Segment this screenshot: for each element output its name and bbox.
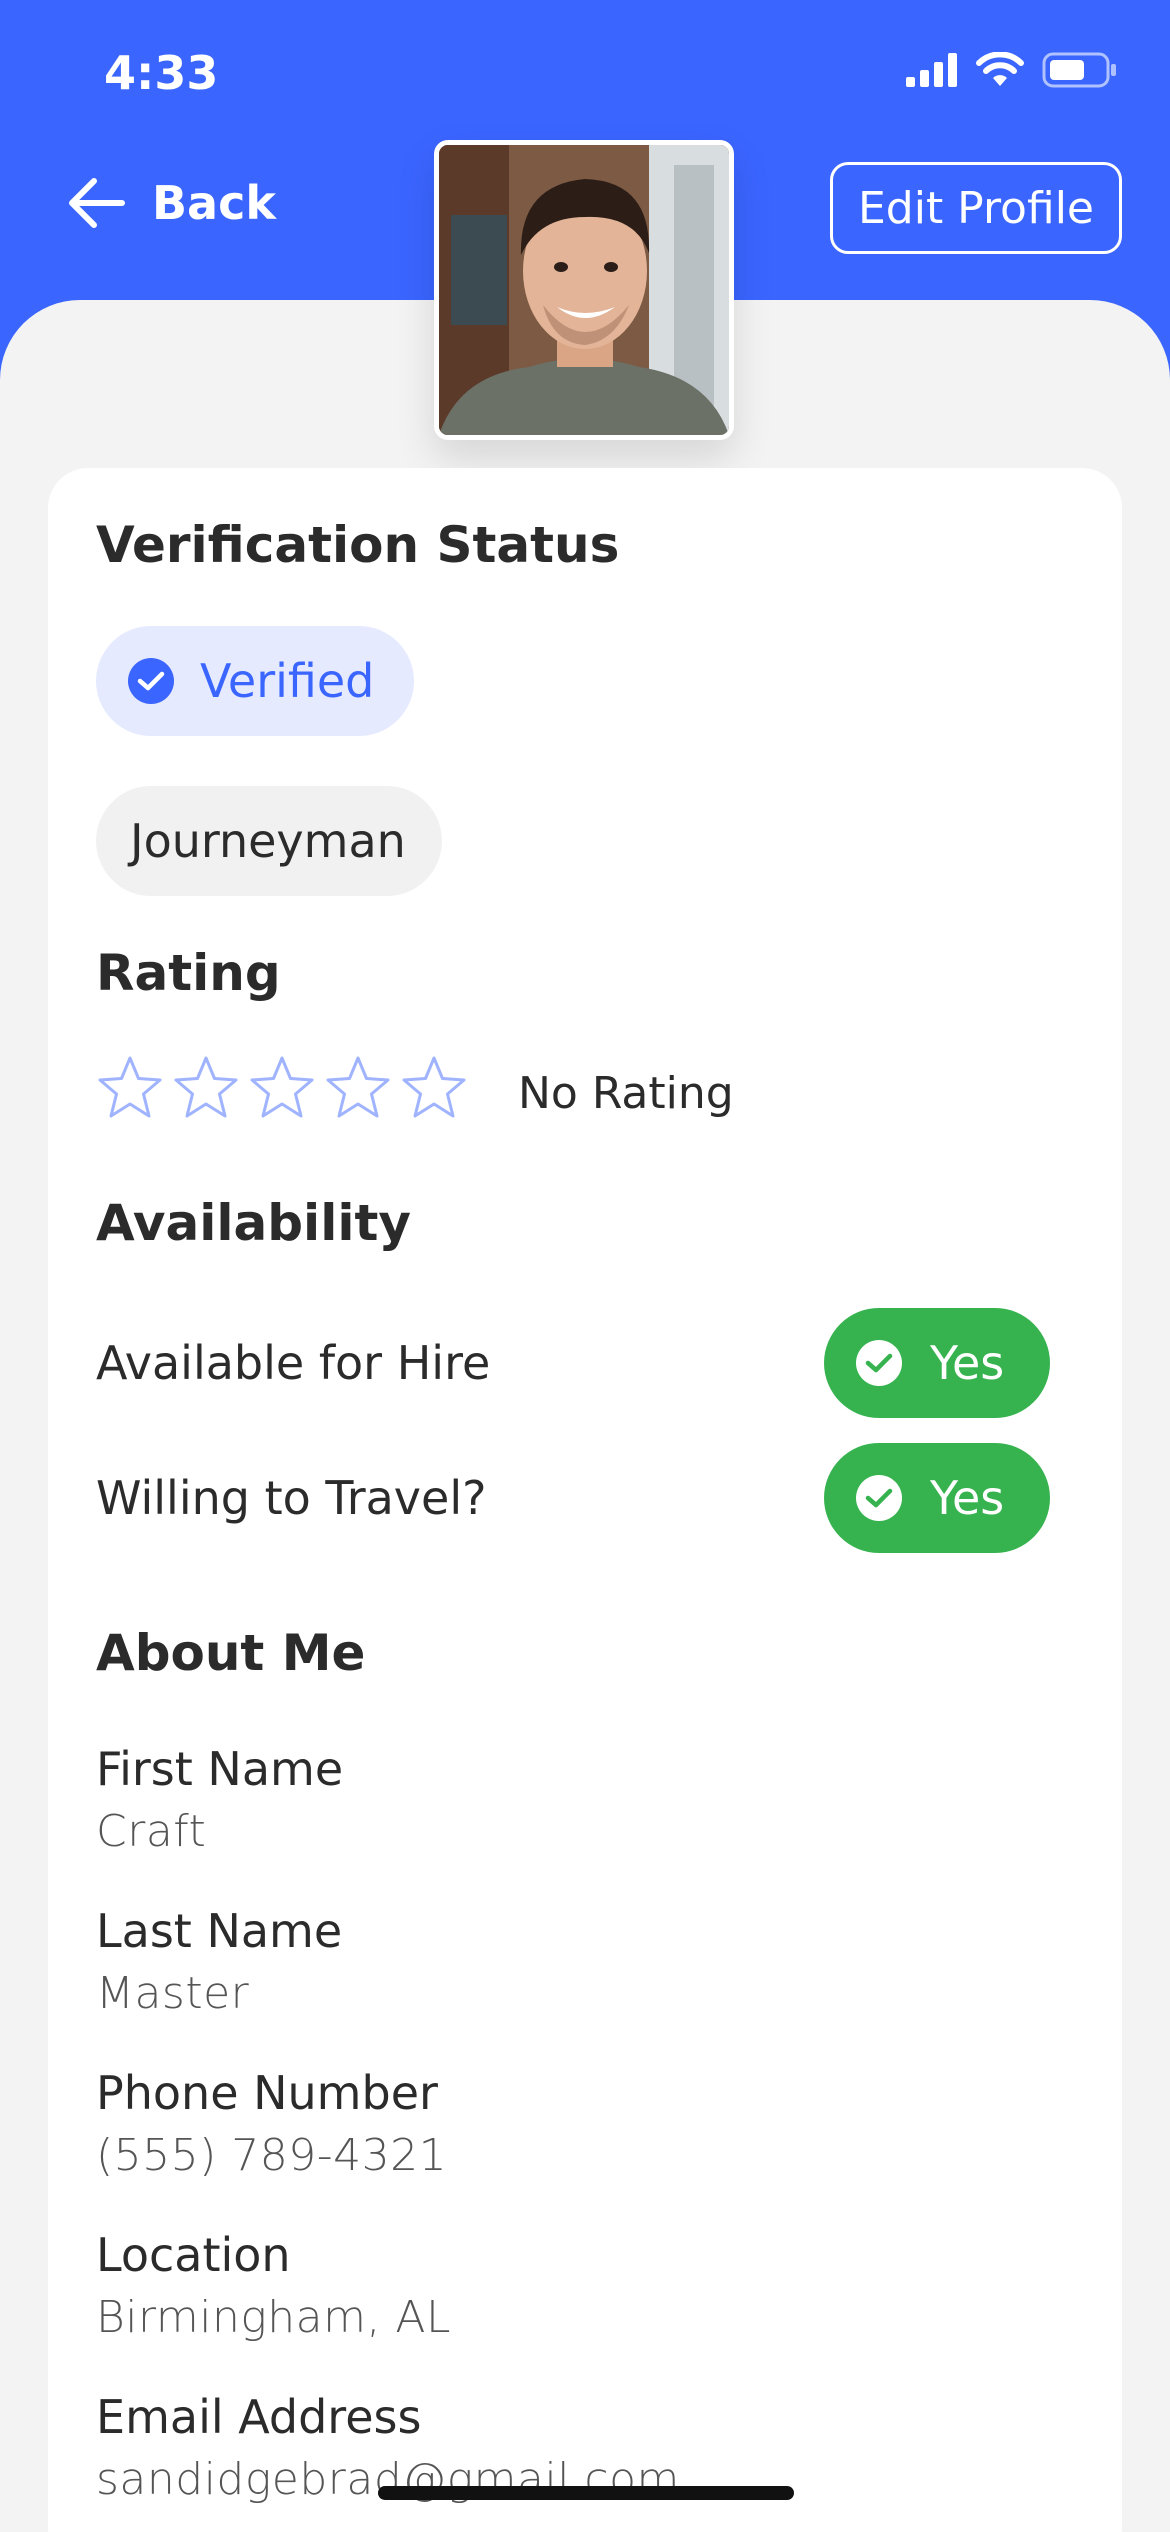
home-indicator[interactable] [378, 2486, 794, 2500]
rating-title: Rating [96, 944, 281, 1002]
verified-badge: Verified [96, 626, 414, 736]
star-icon [98, 1056, 162, 1118]
check-circle-icon [856, 1340, 902, 1386]
willing-to-travel-label: Willing to Travel? [96, 1471, 487, 1525]
location-value: Birmingham, AL [96, 2292, 452, 2343]
back-label: Back [152, 176, 276, 230]
star-icon [250, 1056, 314, 1118]
availability-title: Availability [96, 1194, 411, 1252]
verification-title: Verification Status [96, 516, 620, 574]
first-name-label: First Name [96, 1742, 344, 1796]
email-address-label: Email Address [96, 2390, 422, 2444]
first-name-value: Craft [96, 1806, 207, 1857]
willing-to-travel-toggle[interactable]: Yes [824, 1443, 1050, 1553]
check-circle-icon [128, 658, 174, 704]
battery-icon [1042, 52, 1116, 88]
phone-number-label: Phone Number [96, 2066, 438, 2120]
edit-profile-button[interactable]: Edit Profile [830, 162, 1122, 254]
signal-icon [906, 53, 957, 87]
star-icon [174, 1056, 238, 1118]
verified-label: Verified [200, 654, 375, 708]
status-time: 4:33 [104, 46, 219, 100]
last-name-label: Last Name [96, 1904, 343, 1958]
status-icons [906, 52, 1118, 88]
rating-stars [96, 1054, 468, 1122]
star-icon [402, 1056, 466, 1118]
profile-avatar [434, 140, 734, 440]
available-for-hire-label: Available for Hire [96, 1336, 491, 1390]
profile-photo [439, 145, 729, 435]
available-for-hire-toggle[interactable]: Yes [824, 1308, 1050, 1418]
phone-number-value: (555) 789-4321 [96, 2130, 448, 2181]
location-label: Location [96, 2228, 291, 2282]
rating-text: No Rating [518, 1068, 734, 1119]
arrow-left-icon [69, 178, 125, 228]
star-icon [326, 1056, 390, 1118]
profile-card: Verification Status Verified Journeyman … [48, 468, 1122, 2532]
back-button[interactable]: Back [68, 176, 276, 230]
last-name-value: Master [96, 1968, 250, 2019]
wifi-icon [976, 52, 1024, 86]
level-badge: Journeyman [96, 786, 442, 896]
check-circle-icon [856, 1475, 902, 1521]
available-for-hire-value: Yes [930, 1336, 1005, 1390]
about-title: About Me [96, 1624, 366, 1682]
willing-to-travel-value: Yes [930, 1471, 1005, 1525]
